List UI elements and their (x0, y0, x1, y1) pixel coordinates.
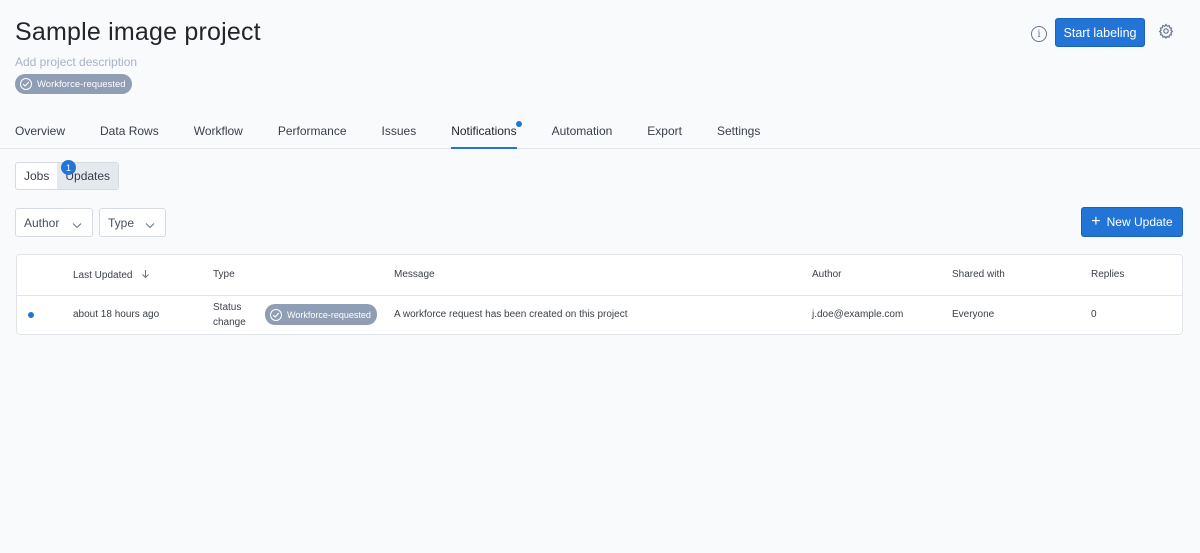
tab-issues[interactable]: Issues (382, 116, 417, 149)
status-badge-label: Workforce-requested (37, 78, 126, 90)
project-tabs: Overview Data Rows Workflow Performance … (15, 116, 795, 149)
jobs-toggle[interactable]: Jobs (16, 163, 57, 189)
tab-performance[interactable]: Performance (278, 116, 347, 149)
updates-table: Last Updated Type Message Author Shared … (16, 254, 1183, 335)
author-cell: j.doe@example.com (812, 309, 904, 320)
replies-cell: 0 (1091, 309, 1097, 320)
page-title: Sample image project (15, 18, 261, 46)
table-header: Last Updated Type Message Author Shared … (17, 255, 1182, 296)
row-status-badge: Workforce-requested (265, 304, 377, 325)
row-status-badge-label: Workforce-requested (287, 309, 371, 320)
column-replies: Replies (1091, 269, 1125, 280)
column-author: Author (812, 269, 842, 280)
sort-arrow-down-icon (142, 270, 150, 279)
tab-export[interactable]: Export (647, 116, 682, 149)
chevron-down-icon (145, 218, 155, 232)
type-filter-label: Type (108, 215, 135, 230)
project-description-field[interactable]: Add project description (15, 55, 137, 69)
info-icon[interactable]: i (1031, 26, 1047, 42)
project-header: Sample image project Add project descrip… (0, 0, 1200, 149)
tab-notifications[interactable]: Notifications (451, 116, 522, 149)
type-cell-line1: Status (213, 302, 242, 313)
type-cell-line2: change (213, 317, 246, 328)
column-last-updated[interactable]: Last Updated (73, 269, 150, 281)
tab-overview[interactable]: Overview (15, 116, 65, 149)
new-update-label: New Update (1106, 215, 1173, 229)
last-updated-cell: about 18 hours ago (73, 309, 160, 320)
column-message: Message (394, 269, 435, 280)
shared-with-cell: Everyone (952, 309, 995, 320)
message-cell: A workforce request has been created on … (394, 309, 628, 320)
author-filter[interactable]: Author (15, 208, 93, 237)
tab-automation[interactable]: Automation (552, 116, 613, 149)
check-circle-icon (20, 78, 32, 90)
plus-icon: + (1091, 213, 1101, 230)
tab-workflow[interactable]: Workflow (194, 116, 243, 149)
notifications-view-switch: Jobs Updates 1 (15, 160, 120, 190)
column-shared-with: Shared with (952, 269, 1005, 280)
updates-count-badge: 1 (61, 160, 76, 175)
tab-notifications-label: Notifications (451, 124, 517, 138)
check-circle-icon (270, 308, 282, 321)
type-filter[interactable]: Type (99, 208, 166, 237)
start-labeling-button[interactable]: Start labeling (1055, 18, 1145, 47)
new-update-button[interactable]: + New Update (1081, 207, 1183, 237)
tab-data-rows[interactable]: Data Rows (100, 116, 159, 149)
unread-dot-icon (515, 121, 522, 127)
column-type: Type (213, 269, 235, 280)
tab-settings[interactable]: Settings (717, 116, 760, 149)
column-last-updated-label: Last Updated (73, 270, 133, 281)
unread-indicator-icon (28, 312, 34, 318)
status-badge: Workforce-requested (15, 74, 132, 94)
author-filter-label: Author (24, 215, 60, 230)
chevron-down-icon (72, 218, 82, 232)
gear-icon[interactable] (1158, 23, 1174, 40)
